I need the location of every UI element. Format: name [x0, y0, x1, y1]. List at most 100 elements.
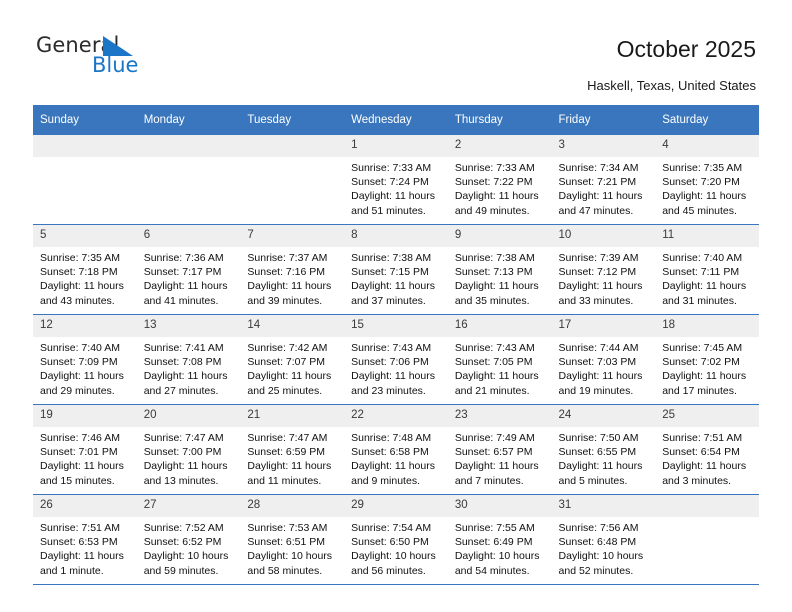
calendar-day-cell[interactable]: 22 Sunrise: 7:48 AM Sunset: 6:58 PM Dayligh… — [344, 404, 448, 495]
calendar-day-cell[interactable]: 24 Sunrise: 7:50 AM Sunset: 6:55 PM Dayligh… — [551, 404, 656, 495]
day-number: 25 — [655, 405, 759, 427]
sunrise-text: Sunrise: 7:44 AM — [558, 342, 639, 354]
day-details: Sunrise: 7:35 AM Sunset: 7:20 PM Daylight:… — [655, 157, 759, 218]
calendar-day-cell[interactable]: 7 Sunrise: 7:37 AM Sunset: 7:16 PM Daylight… — [240, 224, 345, 315]
calendar-day-cell[interactable]: 9 Sunrise: 7:38 AM Sunset: 7:13 PM Daylight… — [447, 224, 552, 315]
daylight-text-cont: and 1 minute. — [40, 564, 104, 577]
calendar-week-row: 12 Sunrise: 7:40 AM Sunset: 7:09 PM Dayligh… — [33, 314, 759, 405]
daylight-text-cont: and 33 minutes. — [558, 294, 634, 307]
day-number — [240, 135, 345, 157]
sunrise-text: Sunrise: 7:35 AM — [40, 252, 120, 264]
page-header: General Blue October 2025 Haskell, Texas… — [0, 0, 792, 96]
sunrise-text: Sunrise: 7:48 AM — [351, 432, 432, 444]
sunrise-text: Sunrise: 7:36 AM — [143, 252, 224, 264]
sunset-text: Sunset: 7:24 PM — [351, 176, 429, 189]
calendar-day-cell[interactable]: 25 Sunrise: 7:51 AM Sunset: 6:54 PM Dayligh… — [655, 404, 759, 495]
daylight-text: Daylight: 11 hours — [351, 280, 435, 293]
day-number: 14 — [240, 315, 345, 337]
calendar-day-cell[interactable]: 1 Sunrise: 7:33 AM Sunset: 7:24 PM Daylight… — [344, 134, 448, 225]
day-number: 29 — [344, 495, 448, 517]
calendar-day-cell[interactable]: 29 Sunrise: 7:54 AM Sunset: 6:50 PM Dayligh… — [344, 494, 448, 585]
daylight-text: Daylight: 10 hours — [558, 550, 644, 563]
day-details — [33, 157, 137, 161]
day-number: 24 — [551, 405, 656, 427]
calendar-day-cell[interactable]: 2 Sunrise: 7:33 AM Sunset: 7:22 PM Daylight… — [447, 134, 552, 225]
daylight-text-cont: and 17 minutes. — [662, 384, 737, 397]
daylight-text: Daylight: 11 hours — [558, 460, 643, 473]
calendar-day-cell[interactable]: 28 Sunrise: 7:53 AM Sunset: 6:51 PM Dayligh… — [240, 494, 345, 585]
daylight-text: Daylight: 10 hours — [454, 550, 540, 563]
day-number: 21 — [240, 405, 345, 427]
daylight-text: Daylight: 11 hours — [143, 280, 228, 293]
calendar-day-cell[interactable]: 8 Sunrise: 7:38 AM Sunset: 7:15 PM Daylight… — [344, 224, 448, 315]
sunrise-text: Sunrise: 7:51 AM — [662, 432, 743, 444]
day-details: Sunrise: 7:41 AM Sunset: 7:08 PM Daylight:… — [137, 337, 241, 398]
daylight-text: Daylight: 11 hours — [662, 280, 747, 293]
sunrise-text: Sunrise: 7:56 AM — [558, 522, 639, 534]
calendar-day-cell[interactable]: 3 Sunrise: 7:34 AM Sunset: 7:21 PM Daylight… — [551, 134, 656, 225]
day-details: Sunrise: 7:38 AM Sunset: 7:15 PM Daylight:… — [344, 247, 448, 308]
calendar-day-cell[interactable]: 14 Sunrise: 7:42 AM Sunset: 7:07 PM Dayligh… — [240, 314, 345, 405]
daylight-text: Daylight: 11 hours — [40, 550, 124, 563]
calendar-day-cell-empty — [655, 494, 759, 585]
calendar-day-cell[interactable]: 6 Sunrise: 7:36 AM Sunset: 7:17 PM Daylight… — [136, 224, 241, 315]
daylight-text-cont: and 21 minutes. — [454, 384, 530, 397]
sunset-text: Sunset: 6:53 PM — [40, 536, 118, 549]
weekday-header-monday: Monday — [136, 105, 241, 135]
daylight-text: Daylight: 11 hours — [40, 460, 124, 473]
calendar-week-row: 26 Sunrise: 7:51 AM Sunset: 6:53 PM Dayligh… — [33, 494, 759, 585]
daylight-text-cont: and 25 minutes. — [247, 384, 323, 397]
calendar-day-cell[interactable]: 11 Sunrise: 7:40 AM Sunset: 7:11 PM Dayligh… — [655, 224, 759, 315]
weekday-header-thursday: Thursday — [447, 105, 552, 135]
day-details: Sunrise: 7:44 AM Sunset: 7:03 PM Daylight:… — [552, 337, 656, 398]
weekday-header-tuesday: Tuesday — [240, 105, 345, 135]
calendar-week-row: 5 Sunrise: 7:35 AM Sunset: 7:18 PM Daylight… — [33, 224, 759, 315]
calendar-day-cell[interactable]: 5 Sunrise: 7:35 AM Sunset: 7:18 PM Daylight… — [33, 224, 137, 315]
daylight-text: Daylight: 11 hours — [247, 280, 332, 293]
day-details: Sunrise: 7:48 AM Sunset: 6:58 PM Daylight:… — [344, 427, 448, 488]
day-number: 2 — [447, 135, 552, 157]
calendar-day-cell[interactable]: 10 Sunrise: 7:39 AM Sunset: 7:12 PM Dayligh… — [551, 224, 656, 315]
daylight-text: Daylight: 11 hours — [247, 370, 332, 383]
daylight-text: Daylight: 11 hours — [662, 370, 747, 383]
day-number: 31 — [551, 495, 656, 517]
calendar-day-cell[interactable]: 31 Sunrise: 7:56 AM Sunset: 6:48 PM Dayligh… — [551, 494, 656, 585]
calendar-day-cell[interactable]: 26 Sunrise: 7:51 AM Sunset: 6:53 PM Dayligh… — [33, 494, 137, 585]
sunset-text: Sunset: 6:51 PM — [247, 536, 326, 549]
calendar-day-cell[interactable]: 19 Sunrise: 7:46 AM Sunset: 7:01 PM Dayligh… — [33, 404, 137, 495]
day-number: 6 — [136, 225, 241, 247]
daylight-text: Daylight: 11 hours — [143, 460, 228, 473]
daylight-text: Daylight: 11 hours — [454, 190, 539, 203]
calendar-day-cell[interactable]: 23 Sunrise: 7:49 AM Sunset: 6:57 PM Dayligh… — [447, 404, 552, 495]
sunset-text: Sunset: 7:13 PM — [454, 266, 533, 279]
calendar-day-cell[interactable]: 18 Sunrise: 7:45 AM Sunset: 7:02 PM Dayligh… — [655, 314, 759, 405]
daylight-text-cont: and 27 minutes. — [143, 384, 219, 397]
sunset-text: Sunset: 6:48 PM — [558, 536, 637, 549]
calendar-week-row: 1 Sunrise: 7:33 AM Sunset: 7:24 PM Daylight… — [33, 134, 759, 225]
calendar-day-cell[interactable]: 17 Sunrise: 7:44 AM Sunset: 7:03 PM Dayligh… — [551, 314, 656, 405]
day-details: Sunrise: 7:51 AM Sunset: 6:54 PM Daylight:… — [655, 427, 759, 488]
daylight-text: Daylight: 10 hours — [143, 550, 229, 563]
page-location: Haskell, Texas, United States — [587, 78, 756, 93]
day-details: Sunrise: 7:33 AM Sunset: 7:22 PM Daylight:… — [448, 157, 552, 218]
calendar-day-cell[interactable]: 12 Sunrise: 7:40 AM Sunset: 7:09 PM Dayligh… — [33, 314, 137, 405]
calendar-day-cell-empty — [33, 134, 137, 225]
sunrise-text: Sunrise: 7:41 AM — [143, 342, 224, 354]
sunset-text: Sunset: 6:49 PM — [454, 536, 533, 549]
daylight-text-cont: and 58 minutes. — [247, 564, 323, 577]
calendar-day-cell[interactable]: 16 Sunrise: 7:43 AM Sunset: 7:05 PM Dayligh… — [447, 314, 552, 405]
day-number: 22 — [344, 405, 448, 427]
sunset-text: Sunset: 6:54 PM — [662, 446, 740, 459]
daylight-text: Daylight: 11 hours — [351, 370, 435, 383]
calendar-day-cell[interactable]: 21 Sunrise: 7:47 AM Sunset: 6:59 PM Dayligh… — [240, 404, 345, 495]
day-details: Sunrise: 7:46 AM Sunset: 7:01 PM Daylight:… — [33, 427, 137, 488]
calendar-day-cell[interactable]: 30 Sunrise: 7:55 AM Sunset: 6:49 PM Dayligh… — [447, 494, 552, 585]
calendar-day-cell[interactable]: 15 Sunrise: 7:43 AM Sunset: 7:06 PM Dayligh… — [344, 314, 448, 405]
daylight-text-cont: and 13 minutes. — [143, 474, 219, 487]
calendar-day-cell[interactable]: 20 Sunrise: 7:47 AM Sunset: 7:00 PM Dayligh… — [136, 404, 241, 495]
calendar-day-cell[interactable]: 27 Sunrise: 7:52 AM Sunset: 6:52 PM Dayligh… — [136, 494, 241, 585]
logo-text-blue: Blue — [92, 53, 139, 77]
daylight-text-cont: and 43 minutes. — [40, 294, 115, 307]
calendar-day-cell[interactable]: 13 Sunrise: 7:41 AM Sunset: 7:08 PM Dayligh… — [136, 314, 241, 405]
calendar-day-cell[interactable]: 4 Sunrise: 7:35 AM Sunset: 7:20 PM Daylight… — [655, 134, 759, 225]
